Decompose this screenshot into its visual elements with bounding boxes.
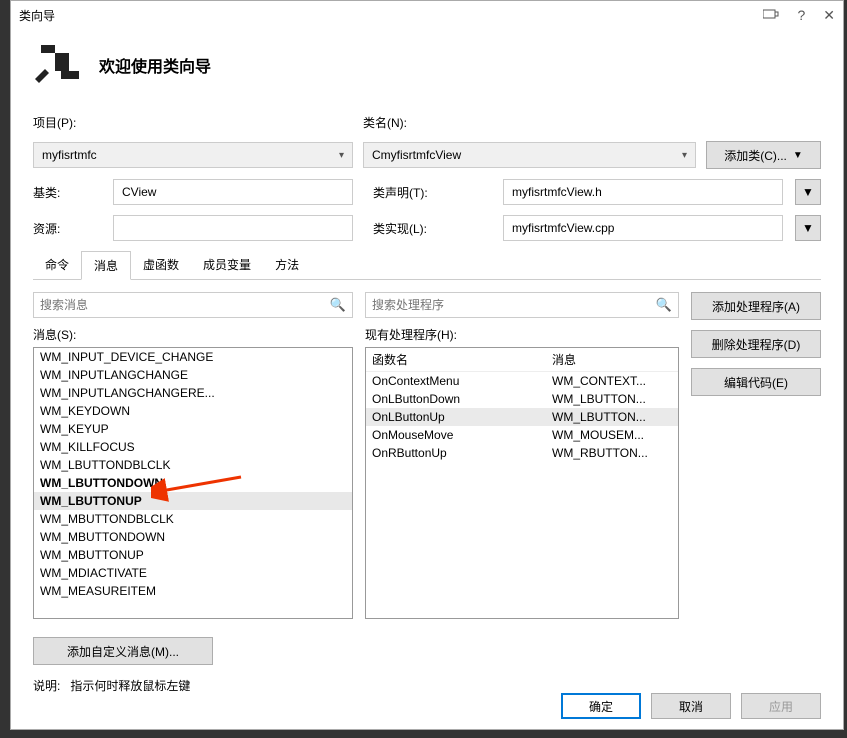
list-item[interactable]: WM_MBUTTONUP (34, 546, 352, 564)
table-row[interactable]: OnMouseMoveWM_MOUSEM... (366, 426, 678, 444)
col-func-header: 函数名 (372, 351, 552, 368)
class-wizard-dialog: 类向导 ? ✕ 欢迎使用类向导 项目(P): 类名(N): myfisrtmfc… (10, 0, 844, 730)
classimpl-field[interactable]: myfisrtmfcView.cpp (503, 215, 783, 241)
list-item[interactable]: WM_KEYDOWN (34, 402, 352, 420)
project-combo[interactable]: myfisrtmfc ▾ (33, 142, 353, 168)
chevron-down-icon: ▼ (793, 150, 803, 161)
label-resource: 资源: (33, 220, 103, 237)
classimpl-dropdown[interactable]: ▼ (795, 215, 821, 241)
form-area: 项目(P): 类名(N): myfisrtmfc ▾ CmyfisrtmfcVi… (11, 114, 843, 280)
delete-handler-button[interactable]: 删除处理程序(D) (691, 330, 821, 358)
label-project: 项目(P): (33, 114, 353, 131)
chevron-down-icon: ▾ (682, 150, 687, 161)
label-messages: 消息(S): (33, 326, 353, 343)
list-item[interactable]: WM_MBUTTONDOWN (34, 528, 352, 546)
classdecl-field[interactable]: myfisrtmfcView.h (503, 179, 783, 205)
list-item[interactable]: WM_MEASUREITEM (34, 582, 352, 600)
handler-listbox[interactable]: 函数名 消息 OnContextMenuWM_CONTEXT...OnLButt… (365, 347, 679, 619)
titlebar: 类向导 ? ✕ (11, 1, 843, 29)
list-item[interactable]: WM_KEYUP (34, 420, 352, 438)
edit-code-button[interactable]: 编辑代码(E) (691, 368, 821, 396)
search-messages[interactable]: 🔍 (33, 292, 353, 318)
titlebar-unknown-icon[interactable] (763, 7, 779, 23)
resource-field[interactable] (113, 215, 353, 241)
cancel-button[interactable]: 取消 (651, 693, 731, 719)
table-row[interactable]: OnRButtonUpWM_RBUTTON... (366, 444, 678, 462)
label-baseclass: 基类: (33, 184, 103, 201)
apply-button[interactable]: 应用 (741, 693, 821, 719)
tab-command[interactable]: 命令 (33, 251, 81, 279)
wizard-title: 欢迎使用类向导 (99, 53, 211, 77)
main-panel: 🔍 消息(S): WM_INPUT_DEVICE_CHANGEWM_INPUTL… (11, 280, 843, 629)
baseclass-field[interactable]: CView (113, 179, 353, 205)
add-handler-button[interactable]: 添加处理程序(A) (691, 292, 821, 320)
handler-header: 函数名 消息 (366, 348, 678, 372)
search-icon: 🔍 (330, 297, 346, 313)
tab-virtual[interactable]: 虚函数 (131, 251, 191, 279)
search-handlers[interactable]: 🔍 (365, 292, 679, 318)
window-title: 类向导 (19, 7, 763, 24)
list-item[interactable]: WM_INPUTLANGCHANGE (34, 366, 352, 384)
side-panel: 添加处理程序(A) 删除处理程序(D) 编辑代码(E) (691, 292, 821, 619)
add-custom-msg-button[interactable]: 添加自定义消息(M)... (33, 637, 213, 665)
col-msg-header: 消息 (552, 351, 672, 368)
label-classname: 类名(N): (363, 114, 407, 131)
left-panel: 🔍 消息(S): WM_INPUT_DEVICE_CHANGEWM_INPUTL… (33, 292, 353, 619)
list-item[interactable]: WM_MBUTTONDBLCLK (34, 510, 352, 528)
search-icon: 🔍 (656, 297, 672, 313)
table-row[interactable]: OnLButtonDownWM_LBUTTON... (366, 390, 678, 408)
list-item[interactable]: WM_INPUT_DEVICE_CHANGE (34, 348, 352, 366)
table-row[interactable]: OnContextMenuWM_CONTEXT... (366, 372, 678, 390)
add-class-button[interactable]: 添加类(C)... ▼ (706, 141, 821, 169)
titlebar-controls: ? ✕ (763, 7, 835, 24)
list-item[interactable]: WM_MDIACTIVATE (34, 564, 352, 582)
classname-combo[interactable]: CmyfisrtmfcView ▾ (363, 142, 696, 168)
wizard-icon (31, 39, 79, 90)
tab-member[interactable]: 成员变量 (191, 251, 263, 279)
classname-value: CmyfisrtmfcView (372, 148, 682, 162)
bottom-section: 添加自定义消息(M)... 说明: 指示何时释放鼠标左键 (11, 629, 843, 702)
search-handlers-input[interactable] (372, 298, 656, 312)
description-label: 说明: (33, 679, 60, 693)
list-item[interactable]: WM_LBUTTONDOWN (34, 474, 352, 492)
description-text: 指示何时释放鼠标左键 (70, 679, 190, 693)
search-messages-input[interactable] (40, 298, 330, 312)
chevron-down-icon: ▼ (802, 185, 814, 199)
list-item[interactable]: WM_LBUTTONDBLCLK (34, 456, 352, 474)
chevron-down-icon: ▾ (339, 150, 344, 161)
ok-button[interactable]: 确定 (561, 693, 641, 719)
right-panel: 🔍 现有处理程序(H): 函数名 消息 OnContextMenuWM_CONT… (365, 292, 679, 619)
footer: 确定 取消 应用 (561, 693, 821, 719)
table-row[interactable]: OnLButtonUpWM_LBUTTON... (366, 408, 678, 426)
message-listbox[interactable]: WM_INPUT_DEVICE_CHANGEWM_INPUTLANGCHANGE… (33, 347, 353, 619)
header: 欢迎使用类向导 (11, 29, 843, 114)
label-handlers: 现有处理程序(H): (365, 326, 679, 343)
chevron-down-icon: ▼ (802, 221, 814, 235)
classdecl-dropdown[interactable]: ▼ (795, 179, 821, 205)
tab-message[interactable]: 消息 (81, 251, 131, 280)
tab-method[interactable]: 方法 (263, 251, 311, 279)
label-classimpl: 类实现(L): (373, 220, 493, 237)
tabs: 命令 消息 虚函数 成员变量 方法 (33, 251, 821, 280)
help-icon[interactable]: ? (797, 7, 805, 23)
close-icon[interactable]: ✕ (823, 7, 835, 24)
description: 说明: 指示何时释放鼠标左键 (33, 677, 821, 694)
project-value: myfisrtmfc (42, 148, 339, 162)
list-item[interactable]: WM_LBUTTONUP (34, 492, 352, 510)
label-classdecl: 类声明(T): (373, 184, 493, 201)
list-item[interactable]: WM_INPUTLANGCHANGERE... (34, 384, 352, 402)
list-item[interactable]: WM_KILLFOCUS (34, 438, 352, 456)
